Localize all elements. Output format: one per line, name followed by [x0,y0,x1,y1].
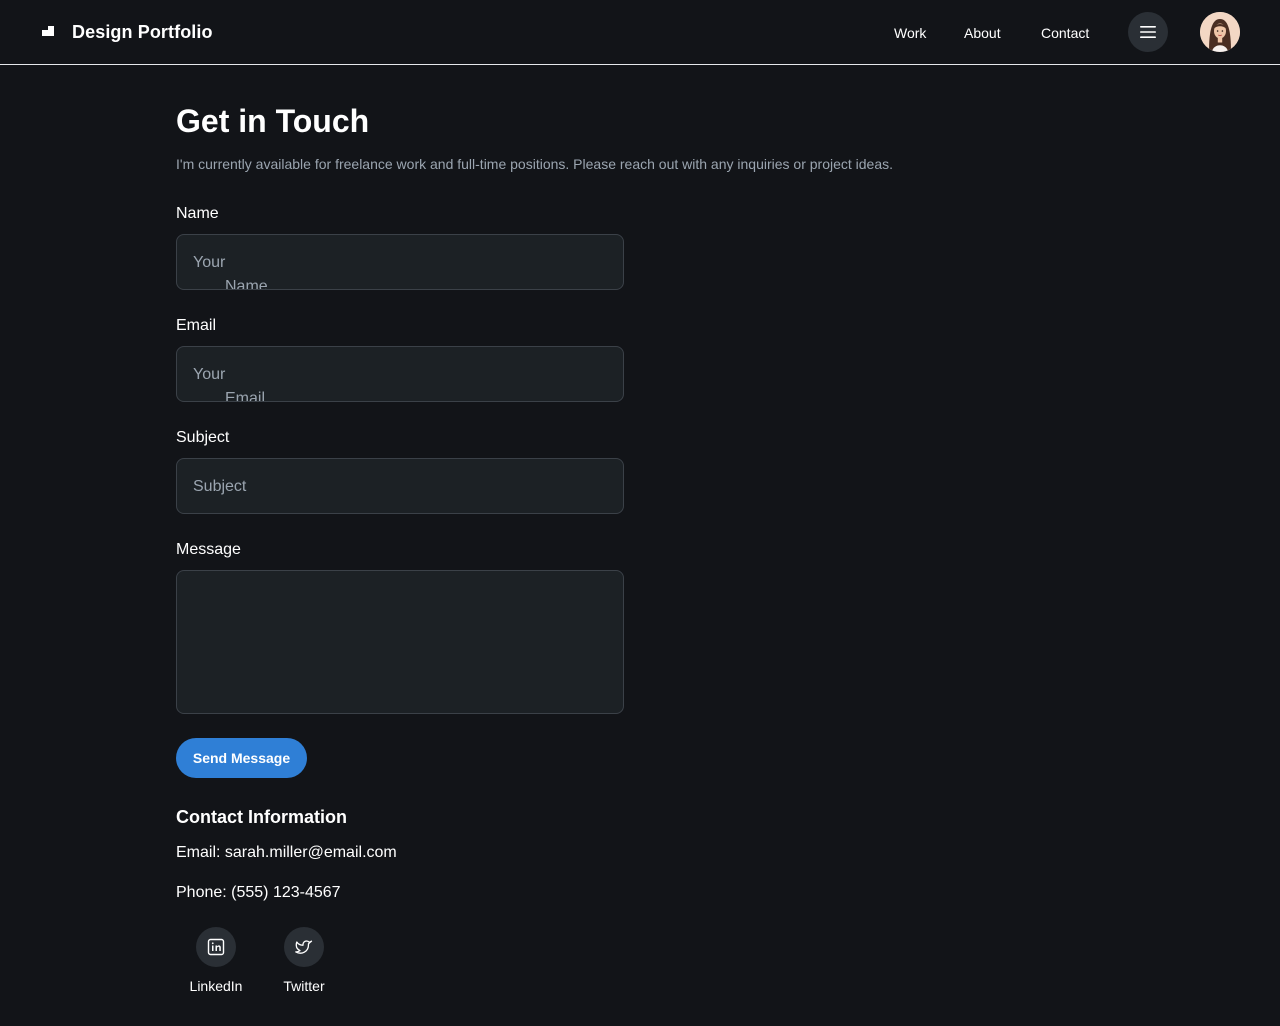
twitter-icon [295,940,313,954]
nav-link-work[interactable]: Work [894,23,926,43]
email-label: Email [176,317,217,334]
brand-logo-icon [40,24,56,40]
brand-title: Design Portfolio [72,21,213,42]
linkedin-button[interactable] [196,927,236,967]
linkedin-label: LinkedIn [189,978,243,994]
twitter-button[interactable] [284,927,324,967]
linkedin-icon [207,938,225,956]
nav-link-about[interactable]: About [964,23,1001,43]
user-avatar[interactable] [1200,12,1240,52]
message-textarea[interactable] [176,570,624,714]
subject-placeholder: Subject [193,478,247,495]
subject-label: Subject [176,429,230,446]
contact-information-heading: Contact Information [176,807,347,827]
name-label: Name [176,205,219,222]
twitter-label: Twitter [283,978,325,994]
page-title: Get in Touch [176,103,370,139]
name-placeholder-line1: Your [193,254,226,271]
top-navigation-bar: Design Portfolio Work About Contact [0,0,1280,65]
send-message-button[interactable]: Send Message [176,738,307,778]
name-field[interactable]: Your Name [176,234,624,290]
email-placeholder-line1: Your [193,366,226,383]
email-field[interactable]: Your Email [176,346,624,402]
hamburger-menu-icon [1140,26,1156,38]
social-link-linkedin[interactable]: LinkedIn [186,927,246,995]
subject-field[interactable]: Subject [176,458,624,514]
contact-email: Email: sarah.miller@email.com [176,844,397,861]
nav-link-contact[interactable]: Contact [1041,23,1089,43]
contact-phone: Phone: (555) 123-4567 [176,884,341,901]
message-label: Message [176,541,241,558]
page-intro-text: I'm currently available for freelance wo… [176,156,894,172]
social-link-twitter[interactable]: Twitter [274,927,334,995]
menu-button[interactable] [1128,12,1168,52]
brand[interactable]: Design Portfolio [40,20,213,44]
name-placeholder-line2: Name [225,278,268,290]
email-placeholder-line2: Email [225,390,266,402]
avatar-portrait [1200,12,1240,52]
